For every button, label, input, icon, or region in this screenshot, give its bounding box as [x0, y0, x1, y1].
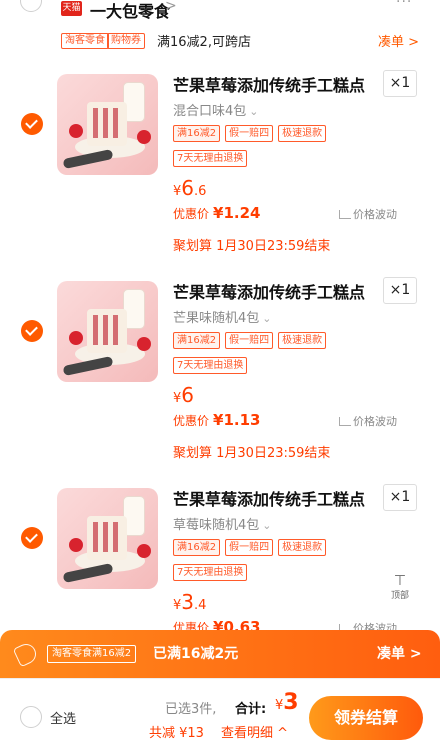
- item-select-checkbox[interactable]: [21, 527, 43, 549]
- promo-text: 满16减2,可跨店: [157, 35, 251, 50]
- service-badges: 满16减2 假一赔四 极速退款: [173, 539, 331, 557]
- guarantee-badge: 假一赔四: [225, 332, 274, 349]
- tag-icon: [12, 640, 40, 668]
- shop-promo-line: 淘客零食 购物券 满16减2,可跨店 凑单 >: [0, 30, 440, 52]
- service-badges: 满16减2 假一赔四 极速退款: [173, 332, 331, 350]
- view-details-link[interactable]: 查看明细 ^: [221, 722, 288, 741]
- product-image[interactable]: [57, 281, 158, 382]
- item-price: ¥6.6: [173, 176, 206, 200]
- chart-icon: [339, 210, 351, 219]
- quantity-stepper[interactable]: ×1: [383, 484, 417, 511]
- chevron-down-icon: ⌄: [262, 312, 272, 325]
- discount-badge: 满16减2: [173, 125, 221, 142]
- price-fluctuation-label: 价格波动: [353, 208, 397, 221]
- promo-price-label: 优惠价: [173, 207, 210, 221]
- cross-store-promo-bar[interactable]: 淘客零食满16减2 已满16减2元 凑单 >: [0, 630, 440, 678]
- checkout-bar: 全选 已选3件, 合计: ¥3 共减 ¥13 查看明细 ^ 领券结算: [0, 678, 440, 744]
- promo-bar-coudan[interactable]: 凑单 >: [377, 643, 422, 663]
- price-integer: 6: [181, 176, 195, 200]
- item-price: ¥6: [173, 383, 194, 407]
- guarantee-badge: 假一赔四: [225, 125, 274, 142]
- refund-badge: 极速退款: [278, 332, 327, 349]
- back-to-top-button[interactable]: ⊤ 顶部: [388, 574, 412, 602]
- shop-select-checkbox[interactable]: [20, 0, 42, 12]
- discount-badge: 满16减2: [173, 539, 221, 556]
- cart-item: 芒果草莓添加传统手工糕点 ×1 混合口味4包 ⌄ 满16减2 假一赔四 极速退款 7天…: [0, 70, 440, 270]
- item-price: ¥3.4: [173, 590, 206, 614]
- promo-price: 优惠价 ¥1.24: [173, 204, 260, 222]
- tmall-badge: 天猫: [61, 1, 82, 16]
- shop-name[interactable]: 一大包零食: [90, 0, 170, 22]
- product-image[interactable]: [57, 488, 158, 589]
- total-amount: ¥3: [275, 690, 299, 715]
- price-integer: 6: [181, 383, 195, 407]
- item-select-checkbox[interactable]: [21, 113, 43, 135]
- price-decimal: .4: [194, 598, 207, 613]
- cart-item: 芒果草莓添加传统手工糕点 ×1 芒果味随机4包 ⌄ 满16减2 假一赔四 极速退款 7…: [0, 277, 440, 477]
- return-badge: 7天无理由退换: [173, 357, 248, 374]
- checkout-button[interactable]: 领券结算: [309, 696, 423, 740]
- product-title[interactable]: 芒果草莓添加传统手工糕点: [173, 279, 365, 303]
- sku-selector[interactable]: 混合口味4包 ⌄: [173, 100, 259, 119]
- cart-card: 天猫 一大包零食 > ··· 淘客零食 购物券 满16减2,可跨店 凑单 > 芒…: [0, 0, 440, 744]
- chart-icon: [339, 417, 351, 426]
- promo-price-value: ¥1.13: [213, 411, 261, 429]
- promo-price: 优惠价 ¥1.13: [173, 411, 260, 429]
- sku-label: 草莓味随机4包: [173, 518, 260, 533]
- refund-badge: 极速退款: [278, 539, 327, 556]
- promo-bar-tag: 淘客零食满16减2: [47, 645, 137, 663]
- select-all-checkbox[interactable]: [20, 706, 42, 728]
- back-to-top-label: 顶部: [390, 591, 409, 601]
- promo-price-label: 优惠价: [173, 414, 210, 428]
- price-fluctuation[interactable]: 价格波动: [339, 413, 397, 429]
- product-title[interactable]: 芒果草莓添加传统手工糕点: [173, 486, 365, 510]
- quantity-stepper[interactable]: ×1: [383, 70, 417, 97]
- price-fluctuation[interactable]: 价格波动: [339, 206, 397, 222]
- discount-badge: 满16减2: [173, 332, 221, 349]
- more-icon[interactable]: ···: [396, 0, 412, 10]
- sku-selector[interactable]: 芒果味随机4包 ⌄: [173, 307, 272, 326]
- total-discount: 共减 ¥13: [149, 726, 204, 741]
- promo-tag: 淘客零食: [61, 33, 109, 49]
- selected-count: 已选3件,: [165, 702, 217, 717]
- return-badge: 7天无理由退换: [173, 564, 248, 581]
- price-integer: 3: [181, 590, 195, 614]
- price-fluctuation-label: 价格波动: [353, 415, 397, 428]
- chevron-right-icon: >: [165, 0, 177, 14]
- price-decimal: .6: [194, 184, 207, 199]
- juhuasuan-deadline: 聚划算 1月30日23:59结束: [173, 446, 331, 461]
- promo-price-value: ¥1.24: [213, 204, 261, 222]
- chevron-down-icon: ⌄: [262, 519, 272, 532]
- refund-badge: 极速退款: [278, 125, 327, 142]
- sku-label: 芒果味随机4包: [173, 311, 260, 326]
- select-all-label[interactable]: 全选: [50, 708, 76, 727]
- quantity-stepper[interactable]: ×1: [383, 277, 417, 304]
- service-badges: 满16减2 假一赔四 极速退款: [173, 125, 331, 143]
- chevron-down-icon: ⌄: [249, 105, 259, 118]
- item-select-checkbox[interactable]: [21, 320, 43, 342]
- return-badge: 7天无理由退换: [173, 150, 248, 167]
- guarantee-badge: 假一赔四: [225, 539, 274, 556]
- promo-bar-text: 已满16减2元: [153, 646, 239, 662]
- shop-header[interactable]: 天猫 一大包零食 > ···: [0, 0, 440, 22]
- arrow-up-icon: ⊤: [393, 573, 407, 589]
- sku-selector[interactable]: 草莓味随机4包 ⌄: [173, 514, 272, 533]
- product-image[interactable]: [57, 74, 158, 175]
- juhuasuan-deadline: 聚划算 1月30日23:59结束: [173, 239, 331, 254]
- product-title[interactable]: 芒果草莓添加传统手工糕点: [173, 72, 365, 96]
- total-integer: 3: [283, 690, 299, 715]
- coupon-tag: 购物券: [107, 33, 145, 49]
- sku-label: 混合口味4包: [173, 104, 247, 119]
- coudan-link[interactable]: 凑单 >: [378, 31, 419, 50]
- total-label: 合计:: [235, 702, 267, 717]
